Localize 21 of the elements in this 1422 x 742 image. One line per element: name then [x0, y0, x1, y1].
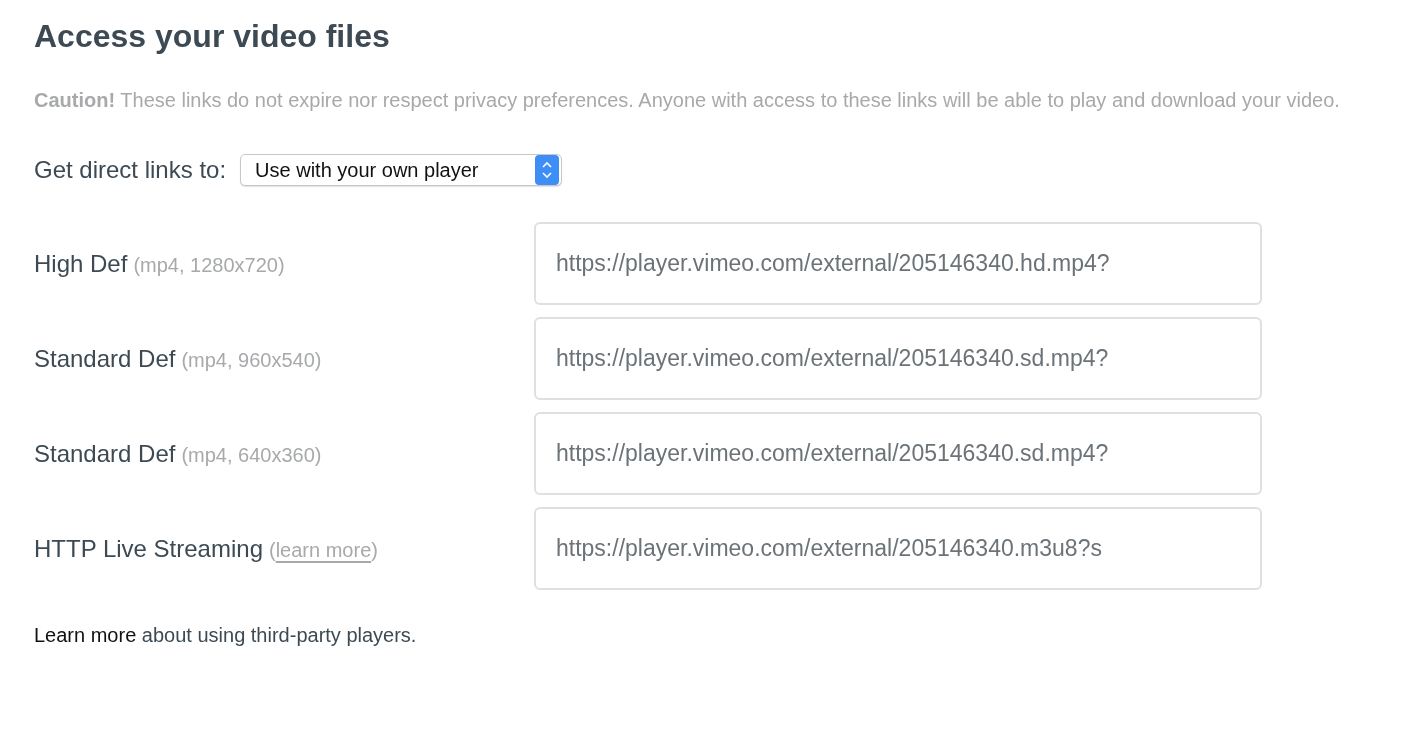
learn-more-link[interactable]: Learn more — [34, 624, 137, 646]
format-name: Standard Def — [34, 344, 176, 372]
stepper-icon — [535, 155, 560, 185]
footer-text: Learn more about using third-party players. — [34, 624, 418, 647]
caution-text: Caution! These links do not expire nor respect privacy preferences. Anyone with access to these links will be able to play and download your video. — [34, 88, 1341, 113]
format-name: Standard Def — [34, 439, 176, 467]
format-name: HTTP Live Streaming — [34, 534, 263, 562]
player-select[interactable]: Use with your own player — [240, 154, 563, 186]
select-label: Get direct links to: — [34, 156, 227, 184]
paren-open: ( — [269, 538, 276, 561]
url-field[interactable]: https://player.vimeo.com/external/205146340.hd.mp4? — [534, 222, 1262, 305]
url-field[interactable]: https://player.vimeo.com/external/205146340.sd.mp4? — [534, 412, 1262, 495]
format-detail: (mp4, 1280x720) — [133, 253, 285, 276]
format-detail: (mp4, 960x540) — [181, 348, 322, 371]
learn-more-link[interactable]: learn more — [275, 538, 372, 561]
page-heading: Access your video files — [34, 18, 391, 55]
format-detail: (mp4, 640x360) — [181, 443, 322, 466]
url-field[interactable]: https://player.vimeo.com/external/205146340.sd.mp4? — [534, 317, 1262, 400]
url-field[interactable]: https://player.vimeo.com/external/205146340.m3u8?s — [534, 507, 1262, 590]
paren-close: ) — [371, 538, 378, 561]
format-name: High Def — [34, 249, 128, 277]
